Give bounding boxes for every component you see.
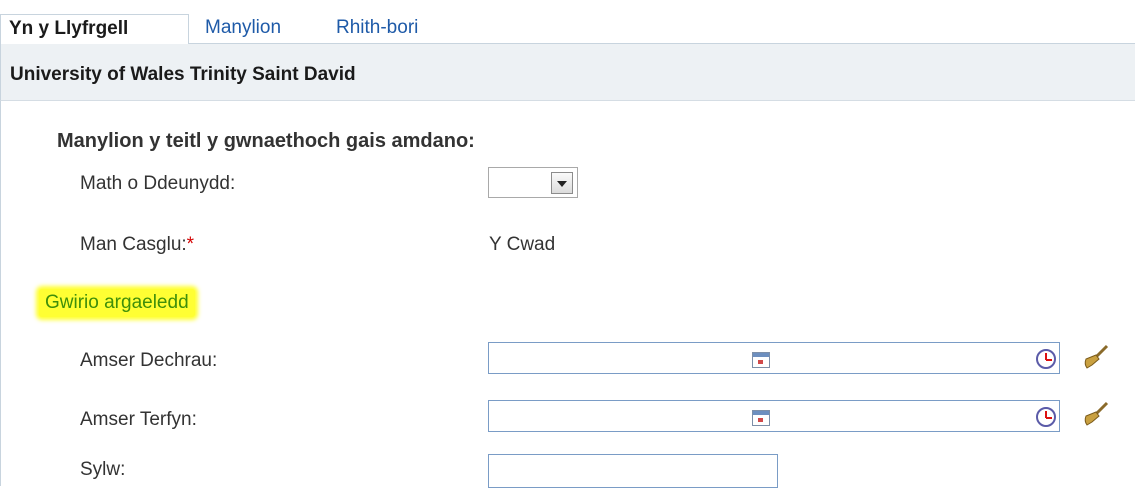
- institution-title: University of Wales Trinity Saint David: [10, 64, 356, 85]
- material-type-label: Math o Ddeunydd:: [80, 173, 236, 194]
- tab-details[interactable]: Manylion: [205, 14, 281, 44]
- section-title: Manylion y teitl y gwnaethoch gais amdan…: [57, 130, 475, 152]
- pickup-label: Man Casglu:*: [80, 234, 194, 256]
- institution-header: University of Wales Trinity Saint David: [0, 44, 1135, 101]
- note-input[interactable]: [488, 454, 778, 488]
- broom-icon[interactable]: [1083, 401, 1109, 427]
- calendar-icon[interactable]: [752, 410, 770, 426]
- end-time-field[interactable]: [488, 400, 1060, 432]
- required-marker: *: [186, 234, 195, 255]
- clock-icon[interactable]: [1036, 349, 1056, 369]
- broom-icon[interactable]: [1083, 344, 1109, 370]
- pickup-label-text: Man Casglu:: [80, 234, 187, 255]
- end-time-label: Amser Terfyn:: [80, 409, 197, 430]
- tab-bar: Yn y Llyfrgell Manylion Rhith-bori: [0, 0, 1135, 44]
- chevron-down-icon[interactable]: [551, 172, 573, 194]
- clock-icon[interactable]: [1036, 407, 1056, 427]
- start-time-field[interactable]: [488, 342, 1060, 374]
- panel-border: [0, 101, 1, 486]
- tab-virtual-browse[interactable]: Rhith-bori: [336, 14, 418, 44]
- tab-library[interactable]: Yn y Llyfrgell: [0, 14, 189, 44]
- check-availability-link[interactable]: Gwirio argaeledd: [39, 289, 195, 317]
- pickup-value: Y Cwad: [489, 234, 556, 255]
- calendar-icon[interactable]: [752, 352, 770, 368]
- note-label: Sylw:: [80, 459, 126, 480]
- start-time-label: Amser Dechrau:: [80, 350, 218, 371]
- material-type-select[interactable]: [488, 167, 578, 198]
